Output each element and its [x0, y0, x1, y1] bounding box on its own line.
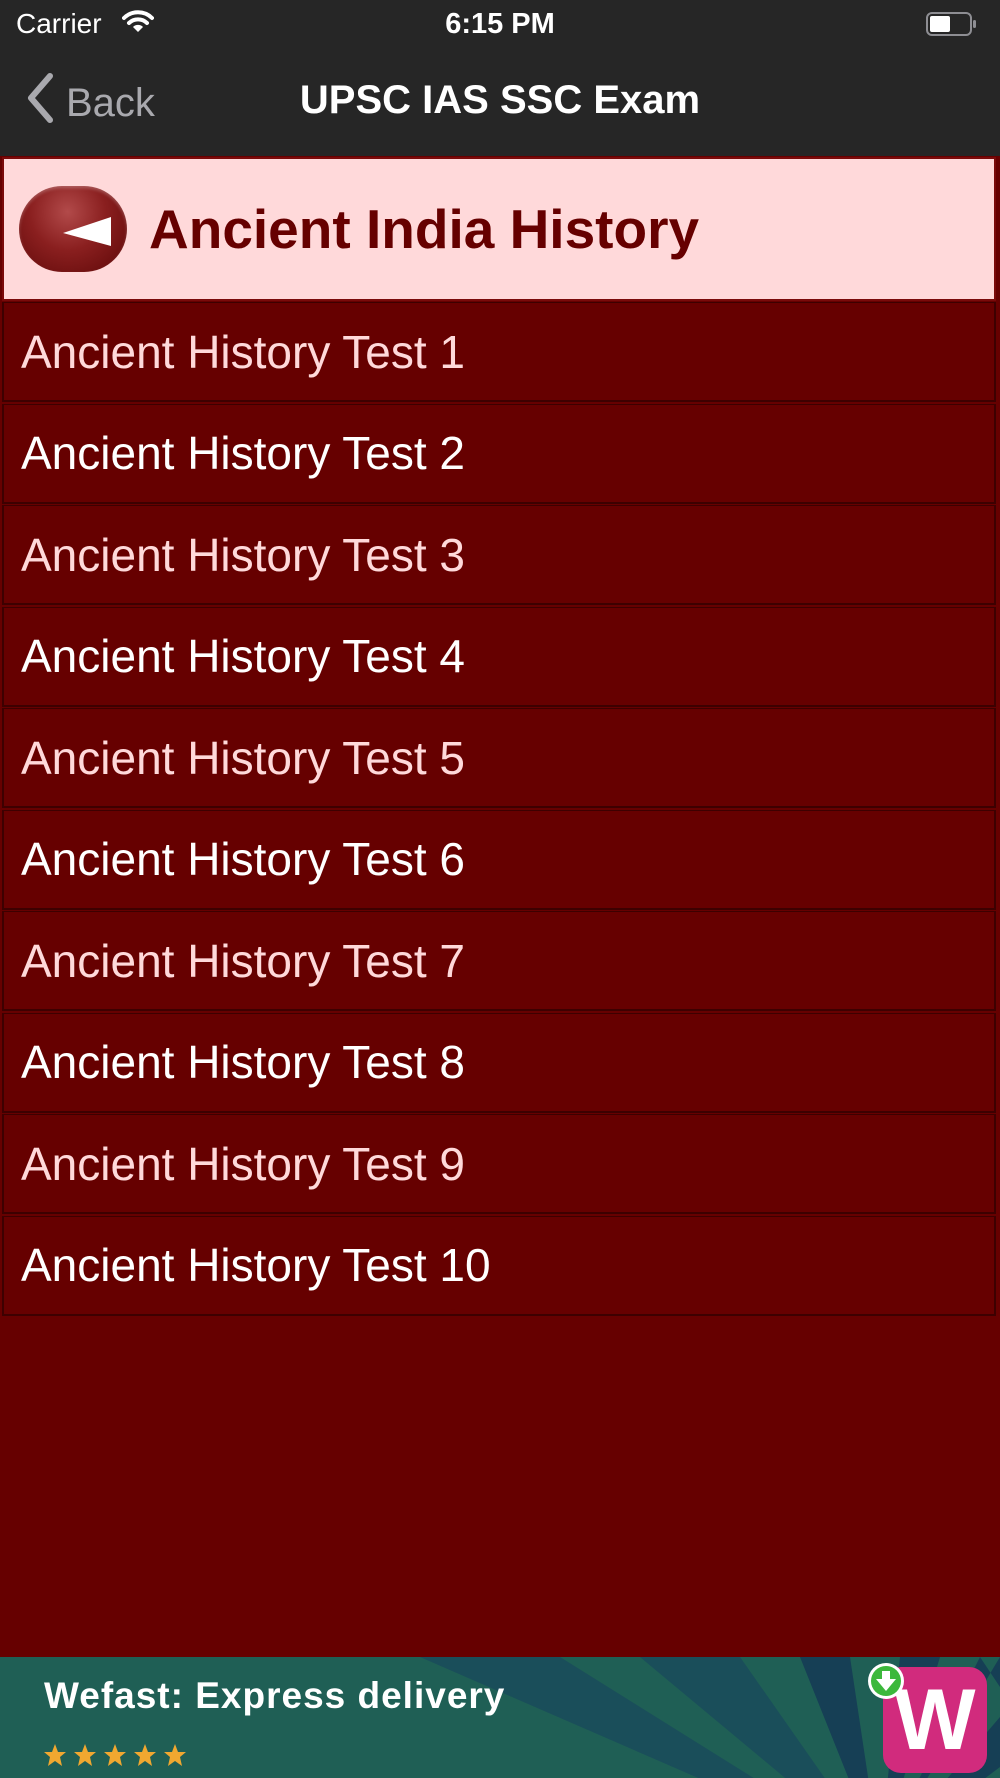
list-item[interactable]: Ancient History Test 5 — [2, 708, 996, 808]
back-arrow-icon — [63, 217, 111, 246]
list-item[interactable]: Ancient History Test 9 — [2, 1114, 996, 1214]
list-item-label: Ancient History Test 2 — [21, 427, 466, 479]
list-item[interactable]: Ancient History Test 4 — [2, 606, 996, 707]
ad-rating — [42, 1743, 192, 1767]
list-item[interactable]: Ancient History Test 10 — [2, 1215, 996, 1316]
nav-title: UPSC IAS SSC Exam — [299, 78, 701, 122]
header-back-button[interactable] — [19, 186, 127, 272]
list-item-label: Ancient History Test 5 — [21, 731, 466, 784]
list-item-label: Ancient History Test 7 — [21, 934, 466, 987]
star-icon — [164, 1744, 186, 1766]
download-icon — [868, 1663, 904, 1699]
list-item[interactable]: Ancient History Test 2 — [2, 403, 996, 504]
ad-title: Wefast: Express delivery — [44, 1675, 506, 1716]
list-item-label: Ancient History Test 10 — [21, 1239, 491, 1291]
list-item-label: Ancient History Test 9 — [21, 1137, 466, 1190]
star-icon — [104, 1744, 126, 1766]
navigation-bar: Back UPSC IAS SSC Exam — [0, 50, 1000, 156]
list-item[interactable]: Ancient History Test 1 — [2, 302, 996, 402]
star-icon — [134, 1744, 156, 1766]
status-bar: Carrier 6:15 PM — [0, 0, 1000, 50]
list-item[interactable]: Ancient History Test 8 — [2, 1012, 996, 1113]
list-item-label: Ancient History Test 1 — [21, 325, 466, 378]
page-title: Ancient India History — [149, 198, 700, 260]
section-header: Ancient India History — [2, 157, 996, 301]
test-list: Ancient History Test 1 Ancient History T… — [2, 302, 996, 1317]
list-item[interactable]: Ancient History Test 7 — [2, 911, 996, 1011]
ad-banner[interactable]: Wefast: Express delivery W — [0, 1657, 1000, 1778]
status-time: 6:15 PM — [445, 8, 555, 40]
list-item[interactable]: Ancient History Test 3 — [2, 505, 996, 605]
list-item-label: Ancient History Test 6 — [21, 833, 466, 885]
star-icon — [44, 1744, 66, 1766]
list-item[interactable]: Ancient History Test 6 — [2, 809, 996, 910]
battery-icon — [926, 12, 978, 36]
star-icon — [74, 1744, 96, 1766]
list-item-label: Ancient History Test 3 — [21, 528, 466, 581]
list-item-label: Ancient History Test 8 — [21, 1036, 466, 1088]
list-item-label: Ancient History Test 4 — [21, 630, 466, 682]
